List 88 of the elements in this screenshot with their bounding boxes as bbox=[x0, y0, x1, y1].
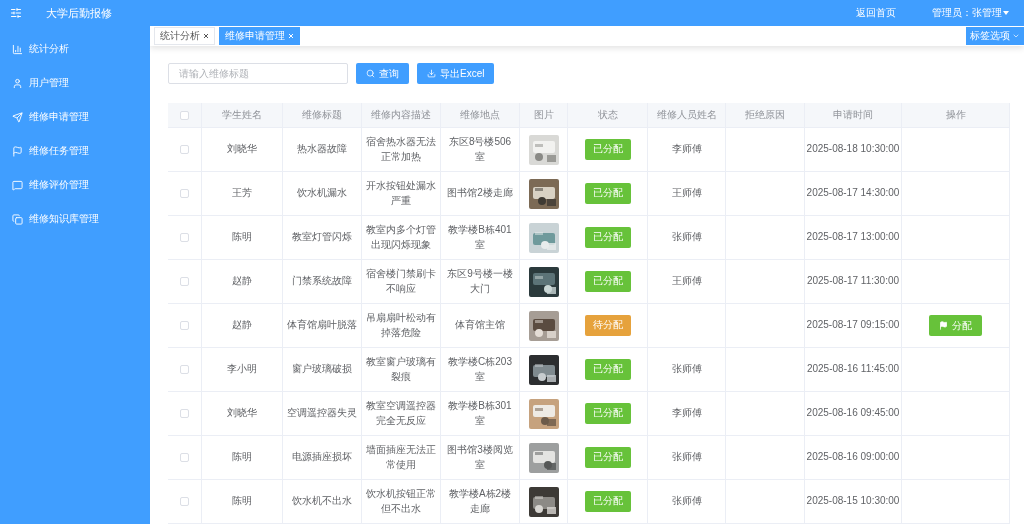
sidebar-item[interactable]: 维修知识库管理 bbox=[0, 202, 150, 236]
table-cell: 宿舍楼门禁刷卡不响应 bbox=[365, 267, 437, 296]
sidebar-item[interactable]: 用户管理 bbox=[0, 66, 150, 100]
table-cell: 张师傅 bbox=[671, 362, 702, 377]
table-cell: 窗户玻璃破损 bbox=[292, 362, 352, 377]
table-cell: 刘晓华 bbox=[227, 406, 257, 421]
status-tag: 已分配 bbox=[584, 271, 631, 292]
table-cell: 体育馆扇叶脱落 bbox=[287, 318, 357, 333]
table-cell: 教室空调遥控器完全无反应 bbox=[365, 399, 437, 428]
table-cell: 陈明 bbox=[232, 230, 252, 245]
table-cell: 教室窗户玻璃有裂痕 bbox=[365, 355, 437, 384]
tab[interactable]: 统计分析 bbox=[154, 27, 215, 46]
status-tag: 已分配 bbox=[584, 227, 631, 248]
sidebar-item[interactable]: 维修任务管理 bbox=[0, 134, 150, 168]
export-button[interactable]: 导出Excel bbox=[417, 63, 495, 85]
sidebar-item[interactable]: 统计分析 bbox=[0, 32, 150, 66]
home-link[interactable]: 返回首页 bbox=[856, 6, 896, 20]
table-cell: 李师傅 bbox=[671, 406, 702, 421]
table-cell: 李小明 bbox=[227, 362, 257, 377]
tab-options-button[interactable]: 标签选项 bbox=[966, 27, 1024, 46]
table-cell: 图书馆2楼走廊 bbox=[447, 186, 513, 201]
table-cell: 吊扇扇叶松动有掉落危险 bbox=[365, 311, 437, 340]
status-tag: 待分配 bbox=[584, 315, 631, 336]
status-tag: 已分配 bbox=[584, 359, 631, 380]
table-cell: 教室内多个灯管出现闪烁现象 bbox=[365, 223, 437, 252]
table-cell: 开水按钮处漏水严重 bbox=[365, 179, 437, 208]
status-tag: 已分配 bbox=[584, 139, 631, 160]
table-cell: 张师傅 bbox=[671, 450, 702, 465]
user-menu[interactable]: 管理员：张管理 bbox=[932, 6, 1010, 20]
table-cell: 王师傅 bbox=[671, 274, 702, 289]
table-cell: 王师傅 bbox=[671, 186, 702, 201]
table-cell: 王芳 bbox=[232, 186, 252, 201]
table-cell: 陈明 bbox=[232, 450, 252, 465]
table-cell: 门禁系统故障 bbox=[292, 274, 352, 289]
column-header: 维修标题 bbox=[283, 103, 362, 128]
table-cell: 2025-08-17 09:15:00 bbox=[806, 318, 900, 333]
status-tag: 已分配 bbox=[584, 491, 631, 512]
table-cell: 墙面插座无法正常使用 bbox=[365, 443, 437, 472]
table-cell: 2025-08-16 11:45:00 bbox=[806, 362, 900, 377]
column-header: 维修内容描述 bbox=[362, 103, 441, 128]
column-header: 维修地点 bbox=[441, 103, 520, 128]
table-cell: 教室灯管闪烁 bbox=[292, 230, 352, 245]
table-cell: 陈明 bbox=[232, 494, 252, 509]
table-cell: 饮水机不出水 bbox=[292, 494, 352, 509]
table-cell: 电源插座损坏 bbox=[292, 450, 352, 465]
table-cell: 张师傅 bbox=[671, 494, 702, 509]
table-cell-text: 教学楼B栋401室 bbox=[447, 223, 513, 252]
app-title: 大学后勤报修 bbox=[46, 5, 113, 21]
sidebar-item[interactable]: 维修申请管理 bbox=[0, 100, 150, 134]
table-cell: 2025-08-18 10:30:00 bbox=[806, 142, 900, 157]
table-cell: 2025-08-15 10:30:00 bbox=[806, 494, 900, 509]
table-cell: 2025-08-17 13:00:00 bbox=[806, 230, 900, 245]
column-header: 拒绝原因 bbox=[726, 103, 805, 128]
tab[interactable]: 维修申请管理 bbox=[219, 27, 300, 46]
table-cell-text: 图书馆3楼阅览室 bbox=[446, 443, 514, 472]
status-tag: 已分配 bbox=[584, 447, 631, 468]
table-cell: 赵静 bbox=[232, 274, 252, 289]
status-tag: 已分配 bbox=[584, 183, 631, 204]
table-cell: 张师傅 bbox=[671, 230, 702, 245]
table-cell: 饮水机按钮正常但不出水 bbox=[365, 487, 437, 516]
table-cell: 宿舍热水器无法正常加热 bbox=[365, 135, 437, 164]
table-cell: 2025-08-16 09:00:00 bbox=[806, 450, 900, 465]
table-cell: 李师傅 bbox=[671, 142, 702, 157]
column-header: 状态 bbox=[568, 103, 648, 128]
table-cell: 2025-08-16 09:45:00 bbox=[806, 406, 900, 421]
table-cell: 体育馆主馆 bbox=[455, 318, 505, 333]
table-cell: 饮水机漏水 bbox=[297, 186, 347, 201]
column-header: 图片 bbox=[520, 103, 568, 128]
table-cell-text: 教学楼B栋301室 bbox=[447, 399, 513, 428]
table-cell: 2025-08-17 11:30:00 bbox=[806, 274, 900, 289]
table-cell-text: 东区9号楼一楼大门 bbox=[446, 267, 514, 296]
table-cell-text: 教学楼A栋2楼走廊 bbox=[447, 487, 513, 516]
column-header: 申请时间 bbox=[805, 103, 902, 128]
table-cell: 空调遥控器失灵 bbox=[287, 406, 357, 421]
table-cell: 热水器故障 bbox=[297, 142, 347, 157]
status-tag: 已分配 bbox=[584, 403, 631, 424]
search-button[interactable]: 查询 bbox=[356, 63, 409, 85]
column-header: 操作 bbox=[902, 103, 1010, 128]
table-cell: 刘晓华 bbox=[227, 142, 257, 157]
assign-button[interactable]: 分配 bbox=[929, 315, 982, 336]
column-header: 学生姓名 bbox=[202, 103, 283, 128]
table-cell: 赵静 bbox=[232, 318, 252, 333]
column-header: 维修人员姓名 bbox=[648, 103, 726, 128]
table-cell: 2025-08-17 14:30:00 bbox=[806, 186, 900, 201]
search-field[interactable]: 请输入维修标题 bbox=[168, 63, 348, 85]
table-cell-text: 教学楼C栋203室 bbox=[447, 355, 513, 384]
table-cell-text: 东区8号楼506室 bbox=[447, 135, 513, 164]
sidebar-item[interactable]: 维修评价管理 bbox=[0, 168, 150, 202]
